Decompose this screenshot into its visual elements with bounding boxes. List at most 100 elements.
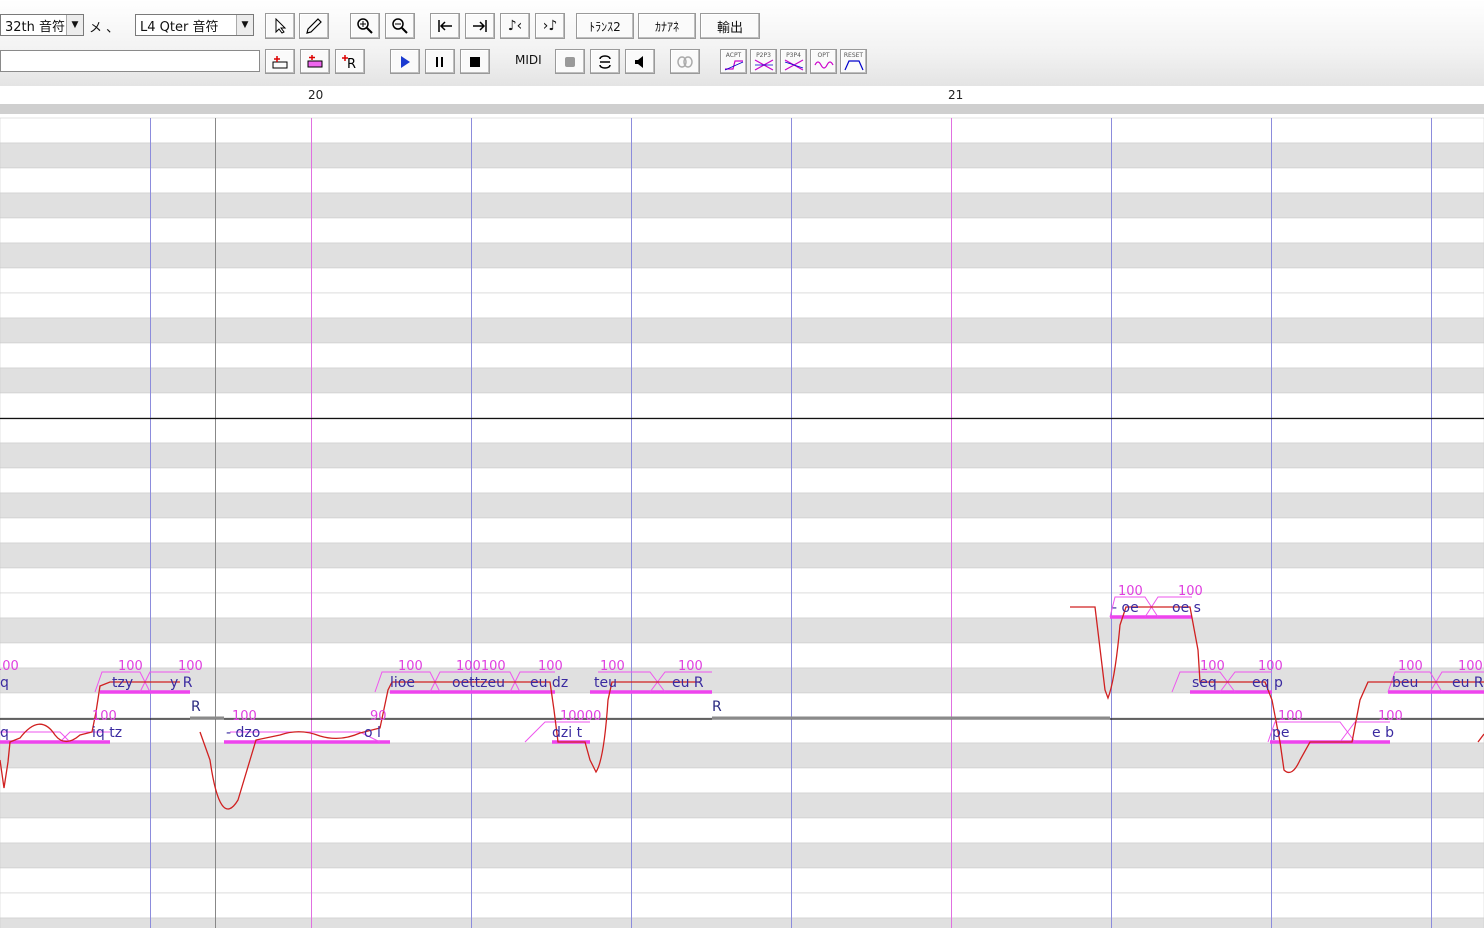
note-velocity: 100 (1178, 584, 1203, 599)
black-key-row (0, 367, 1484, 394)
effect-opt-button[interactable]: OPT (810, 49, 837, 74)
white-key-row (0, 867, 1484, 894)
toolbar: 32th 音符 ▼ メ 、 L4 Qter 音符 ▼ ♪‹ ›♪ ﾄﾗﾝｽ2 ｶ… (0, 0, 1484, 86)
insert-bar-button[interactable] (300, 49, 330, 74)
insert-rest-button[interactable]: R (335, 49, 365, 74)
note-lyric[interactable]: y R (170, 675, 193, 691)
pencil-tool-button[interactable] (299, 13, 329, 39)
effect-reset-button[interactable]: RESET (840, 49, 867, 74)
stop-button[interactable] (460, 49, 490, 74)
speaker-button[interactable] (625, 49, 655, 74)
black-key-row (0, 492, 1484, 519)
quantize-select[interactable]: L4 Qter 音符 ▼ (135, 14, 254, 36)
cross-curve-icon (754, 59, 773, 71)
white-key-row (0, 767, 1484, 794)
note-velocity: 100 (92, 709, 117, 724)
go-start-icon (438, 20, 452, 32)
rest-marker[interactable]: R (191, 699, 201, 715)
white-key-row (0, 167, 1484, 194)
zoom-out-button[interactable] (385, 13, 415, 39)
note-lyric[interactable]: iq tz (92, 725, 122, 741)
white-key-row (0, 717, 1484, 744)
black-key-row (0, 842, 1484, 869)
note-lyric[interactable]: e b (1372, 725, 1394, 741)
note-velocity: 90 (370, 709, 387, 724)
note-velocity: 100 (1258, 659, 1283, 674)
effect-p3p4-button[interactable]: P3P4 (780, 49, 807, 74)
note-lyric[interactable]: oettzeu (452, 675, 505, 691)
mark-label: メ 、 (89, 21, 120, 36)
black-key-row (0, 242, 1484, 269)
split-note-button[interactable]: ♪‹ (500, 13, 530, 39)
measure-number: 21 (948, 88, 964, 102)
note-lyric[interactable]: - dzo (226, 725, 260, 741)
note-lyric[interactable]: oe s (1172, 600, 1201, 616)
note-lyric[interactable]: eu dz (530, 675, 568, 691)
white-key-row (0, 267, 1484, 294)
white-key-row (0, 517, 1484, 544)
stop-icon (470, 56, 480, 67)
note-lyric[interactable]: beu (1392, 675, 1418, 691)
note-lyric[interactable]: - oe (1112, 600, 1139, 616)
note-velocity: 100 (1378, 709, 1403, 724)
note-lyric[interactable]: o l (364, 725, 381, 741)
note-velocity: 10000 (560, 709, 601, 724)
pause-icon (436, 56, 443, 67)
note-lyric[interactable]: tzy (112, 675, 133, 691)
note-velocity: 100 (0, 659, 19, 674)
ruler-band (0, 104, 1484, 114)
rest-marker[interactable]: R (712, 699, 722, 715)
merge-note-button[interactable]: ›♪ (535, 13, 565, 39)
piano-roll[interactable]: q100tzy100y R100iq tz100- dzo100o l90lio… (0, 114, 1484, 928)
note-lyric[interactable]: eq p (1252, 675, 1283, 691)
pause-button[interactable] (425, 49, 455, 74)
effect-p2p3-button[interactable]: P2P3 (750, 49, 777, 74)
link-button[interactable] (670, 49, 700, 74)
note-lyric[interactable]: dzi t (552, 725, 583, 741)
effect-acpt-label: ACPT (725, 52, 742, 59)
loop-button[interactable] (590, 49, 620, 74)
white-key-row (0, 217, 1484, 244)
insert-note-button[interactable] (265, 49, 295, 74)
export-button[interactable]: 輸出 (700, 13, 760, 39)
pointer-tool-button[interactable] (265, 13, 295, 39)
play-icon (401, 55, 410, 68)
effect-opt-label: OPT (817, 52, 830, 59)
note-lyric[interactable]: pe (1272, 725, 1290, 741)
midi-label: MIDI (515, 53, 542, 67)
note-velocity: 100100 (456, 659, 506, 674)
note-length-select[interactable]: 32th 音符 ▼ (0, 14, 84, 36)
effect-acpt-button[interactable]: ACPT (720, 49, 747, 74)
chevron-down-icon: ▼ (236, 15, 253, 35)
white-key-row (0, 567, 1484, 594)
note-lyric[interactable]: teu (594, 675, 617, 691)
note-lyric[interactable]: eu R (1452, 675, 1484, 691)
note-lyric[interactable]: eu R (672, 675, 704, 691)
transpose-button[interactable]: ﾄﾗﾝｽ2 (576, 13, 634, 39)
kana-button[interactable]: ｶﾅｱﾈ (638, 13, 696, 39)
white-key-row (0, 342, 1484, 369)
piano-roll-canvas[interactable]: q100tzy100y R100iq tz100- dzo100o l90lio… (0, 114, 1484, 928)
measure-ruler[interactable]: 20 21 (0, 86, 1484, 104)
white-key-row (0, 592, 1484, 619)
pencil-icon (306, 18, 322, 34)
lyric-input[interactable] (0, 50, 260, 72)
reset-curve-icon (843, 60, 864, 71)
go-start-button[interactable] (430, 13, 460, 39)
note-lyric[interactable]: q (0, 675, 9, 691)
note-lyric[interactable]: lioe (390, 675, 415, 691)
go-end-button[interactable] (465, 13, 495, 39)
note-lyric[interactable]: seq (1192, 675, 1217, 691)
white-key-row (0, 292, 1484, 319)
black-key-row (0, 917, 1484, 928)
white-key-row (0, 117, 1484, 144)
insert-rest-icon: R (342, 54, 356, 70)
record-button[interactable] (555, 49, 585, 74)
note-velocity: 100 (678, 659, 703, 674)
note-lyric[interactable]: q (0, 725, 9, 741)
zoom-in-button[interactable] (350, 13, 380, 39)
play-button[interactable] (390, 49, 420, 74)
effect-reset-label: RESET (843, 52, 864, 59)
note-velocity: 100 (600, 659, 625, 674)
pointer-icon (275, 18, 287, 34)
